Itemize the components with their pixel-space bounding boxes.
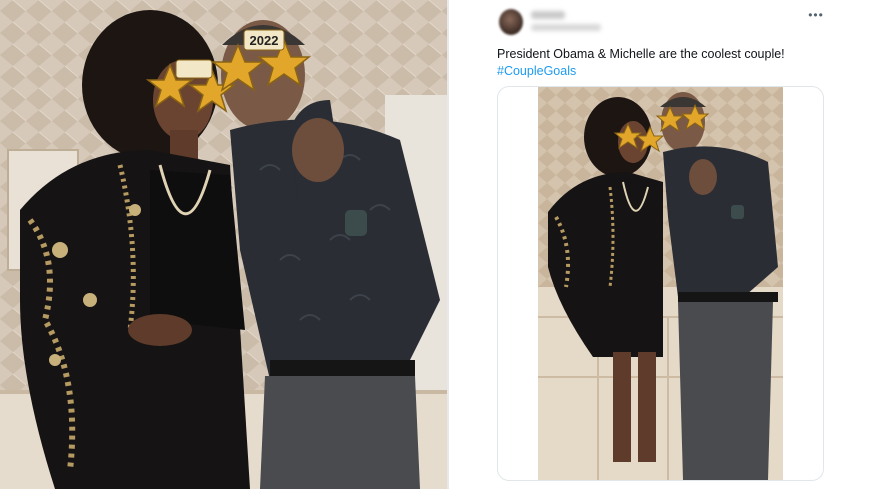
handle-blurred[interactable] [531, 24, 601, 31]
tweet-media[interactable] [497, 86, 824, 481]
original-photo: 2022 [0, 0, 447, 489]
more-horizontal-icon[interactable]: ••• [807, 8, 825, 22]
glasses-label: 2022 [250, 33, 279, 48]
avatar[interactable] [499, 9, 523, 35]
hashtag-link[interactable]: #CoupleGoals [497, 63, 576, 79]
display-name-blurred[interactable] [531, 11, 565, 19]
tweet-card[interactable]: ••• President Obama & Michelle are the c… [449, 0, 870, 489]
tweet-photo[interactable] [538, 87, 783, 480]
tweet-text: President Obama & Michelle are the coole… [497, 47, 785, 61]
